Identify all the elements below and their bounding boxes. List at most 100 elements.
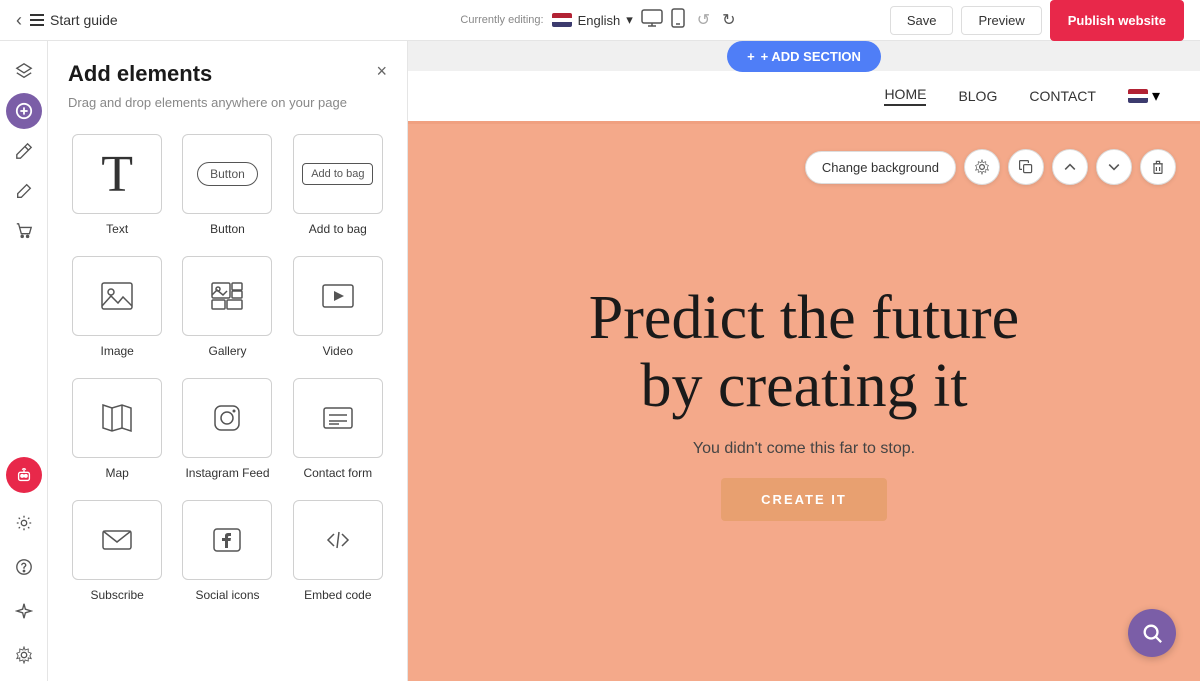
section-duplicate-button[interactable] bbox=[1008, 149, 1044, 185]
element-gallery[interactable]: Gallery bbox=[178, 252, 276, 362]
button-element-icon: Button bbox=[182, 134, 272, 214]
element-image[interactable]: Image bbox=[68, 252, 166, 362]
video-element-icon bbox=[293, 256, 383, 336]
search-fab-button[interactable] bbox=[1128, 609, 1176, 657]
text-element-label: Text bbox=[106, 222, 128, 236]
language-label: English bbox=[578, 13, 621, 28]
instagram-element-label: Instagram Feed bbox=[185, 466, 269, 480]
pen-tool-button[interactable] bbox=[6, 133, 42, 169]
publish-button[interactable]: Publish website bbox=[1050, 0, 1184, 41]
back-button[interactable]: ‹ bbox=[16, 10, 22, 31]
help-button[interactable] bbox=[6, 549, 42, 585]
add-elements-button[interactable] bbox=[6, 93, 42, 129]
left-icon-bar bbox=[0, 41, 48, 681]
instagram-element-icon bbox=[182, 378, 272, 458]
element-text[interactable]: T Text bbox=[68, 130, 166, 240]
element-social-icons[interactable]: Social icons bbox=[178, 496, 276, 606]
settings-button[interactable] bbox=[6, 505, 42, 541]
ai-magic-button[interactable] bbox=[6, 593, 42, 629]
main-area: Add elements × Drag and drop elements an… bbox=[0, 41, 1200, 681]
desktop-view-button[interactable] bbox=[641, 9, 663, 32]
language-selector[interactable]: English ▾ bbox=[552, 12, 633, 28]
button-element-label: Button bbox=[210, 222, 245, 236]
canvas-area: + + ADD SECTION HOME BLOG CONTACT ▾ Chan… bbox=[408, 41, 1200, 681]
nav-language-selector[interactable]: ▾ bbox=[1128, 86, 1160, 106]
hero-headline: Predict the future by creating it bbox=[589, 284, 1019, 420]
ai-tools-button[interactable] bbox=[6, 457, 42, 493]
cart-button[interactable] bbox=[6, 213, 42, 249]
topbar-center: Currently editing: English ▾ ↺ bbox=[409, 6, 790, 34]
section-settings-button[interactable] bbox=[964, 149, 1000, 185]
edit-button[interactable] bbox=[6, 173, 42, 209]
contact-form-element-label: Contact form bbox=[303, 466, 372, 480]
add-to-bag-element-icon: Add to bag bbox=[293, 134, 383, 214]
social-icons-element-icon bbox=[182, 500, 272, 580]
image-element-label: Image bbox=[100, 344, 133, 358]
undo-redo-controls: ↺ ↻ bbox=[693, 6, 740, 34]
currently-editing-label: Currently editing: bbox=[460, 14, 543, 26]
redo-button[interactable]: ↻ bbox=[718, 6, 739, 34]
element-contact-form[interactable]: Contact form bbox=[289, 374, 387, 484]
contact-form-element-icon bbox=[293, 378, 383, 458]
element-map[interactable]: Map bbox=[68, 374, 166, 484]
element-embed-code[interactable]: Embed code bbox=[289, 496, 387, 606]
element-instagram-feed[interactable]: Instagram Feed bbox=[178, 374, 276, 484]
hero-headline-line1: Predict the future bbox=[589, 284, 1019, 352]
gear-bottom-button[interactable] bbox=[6, 637, 42, 673]
hero-subtext: You didn't come this far to stop. bbox=[693, 440, 915, 458]
add-elements-panel: Add elements × Drag and drop elements an… bbox=[48, 41, 408, 681]
embed-code-element-icon bbox=[293, 500, 383, 580]
topbar-left: ‹ Start guide bbox=[16, 10, 397, 31]
element-add-to-bag[interactable]: Add to bag Add to bag bbox=[289, 130, 387, 240]
chevron-down-icon: ▾ bbox=[626, 12, 633, 28]
gallery-element-icon bbox=[182, 256, 272, 336]
nav-home[interactable]: HOME bbox=[884, 86, 926, 106]
nav-contact[interactable]: CONTACT bbox=[1029, 88, 1096, 104]
plus-icon: + bbox=[747, 49, 755, 64]
embed-code-element-label: Embed code bbox=[304, 588, 371, 602]
add-section-button[interactable]: + + ADD SECTION bbox=[727, 41, 881, 72]
image-element-icon bbox=[72, 256, 162, 336]
layers-button[interactable] bbox=[6, 53, 42, 89]
mobile-view-button[interactable] bbox=[671, 8, 685, 33]
section-move-down-button[interactable] bbox=[1096, 149, 1132, 185]
hero-cta-button[interactable]: CREATE IT bbox=[721, 478, 887, 521]
text-element-icon: T bbox=[72, 134, 162, 214]
section-move-up-button[interactable] bbox=[1052, 149, 1088, 185]
site-navigation: HOME BLOG CONTACT ▾ bbox=[408, 71, 1200, 121]
panel-header: Add elements × bbox=[68, 61, 387, 87]
nav-blog[interactable]: BLOG bbox=[958, 88, 997, 104]
panel-title: Add elements bbox=[68, 61, 212, 87]
preview-button[interactable]: Preview bbox=[961, 6, 1041, 35]
start-guide-button[interactable]: Start guide bbox=[30, 12, 118, 28]
add-section-bar: + + ADD SECTION bbox=[408, 41, 1200, 72]
element-button[interactable]: Button Button bbox=[178, 130, 276, 240]
nav-chevron-icon: ▾ bbox=[1152, 86, 1160, 106]
element-video[interactable]: Video bbox=[289, 252, 387, 362]
panel-subtitle: Drag and drop elements anywhere on your … bbox=[68, 95, 387, 110]
panel-close-button[interactable]: × bbox=[376, 61, 387, 82]
video-element-label: Video bbox=[323, 344, 353, 358]
gallery-element-label: Gallery bbox=[208, 344, 246, 358]
flag-icon bbox=[552, 13, 572, 27]
save-button[interactable]: Save bbox=[890, 6, 954, 35]
nav-flag-icon bbox=[1128, 89, 1148, 103]
add-section-label: + ADD SECTION bbox=[761, 49, 861, 64]
section-delete-button[interactable] bbox=[1140, 149, 1176, 185]
hero-headline-line2: by creating it bbox=[640, 352, 967, 420]
device-icons bbox=[641, 8, 685, 33]
undo-button[interactable]: ↺ bbox=[693, 6, 714, 34]
map-element-label: Map bbox=[105, 466, 128, 480]
topbar-right: Save Preview Publish website bbox=[803, 0, 1184, 41]
subscribe-element-icon bbox=[72, 500, 162, 580]
map-element-icon bbox=[72, 378, 162, 458]
hamburger-icon bbox=[30, 14, 44, 26]
topbar: ‹ Start guide Currently editing: English… bbox=[0, 0, 1200, 41]
hero-section: Predict the future by creating it You di… bbox=[408, 121, 1200, 681]
add-to-bag-element-label: Add to bag bbox=[309, 222, 367, 236]
change-background-button[interactable]: Change background bbox=[805, 151, 956, 184]
start-guide-label: Start guide bbox=[50, 12, 118, 28]
elements-grid: T Text Button Button Add to bag Add to b… bbox=[68, 130, 387, 606]
element-subscribe[interactable]: Subscribe bbox=[68, 496, 166, 606]
button-preview: Button bbox=[197, 162, 258, 186]
